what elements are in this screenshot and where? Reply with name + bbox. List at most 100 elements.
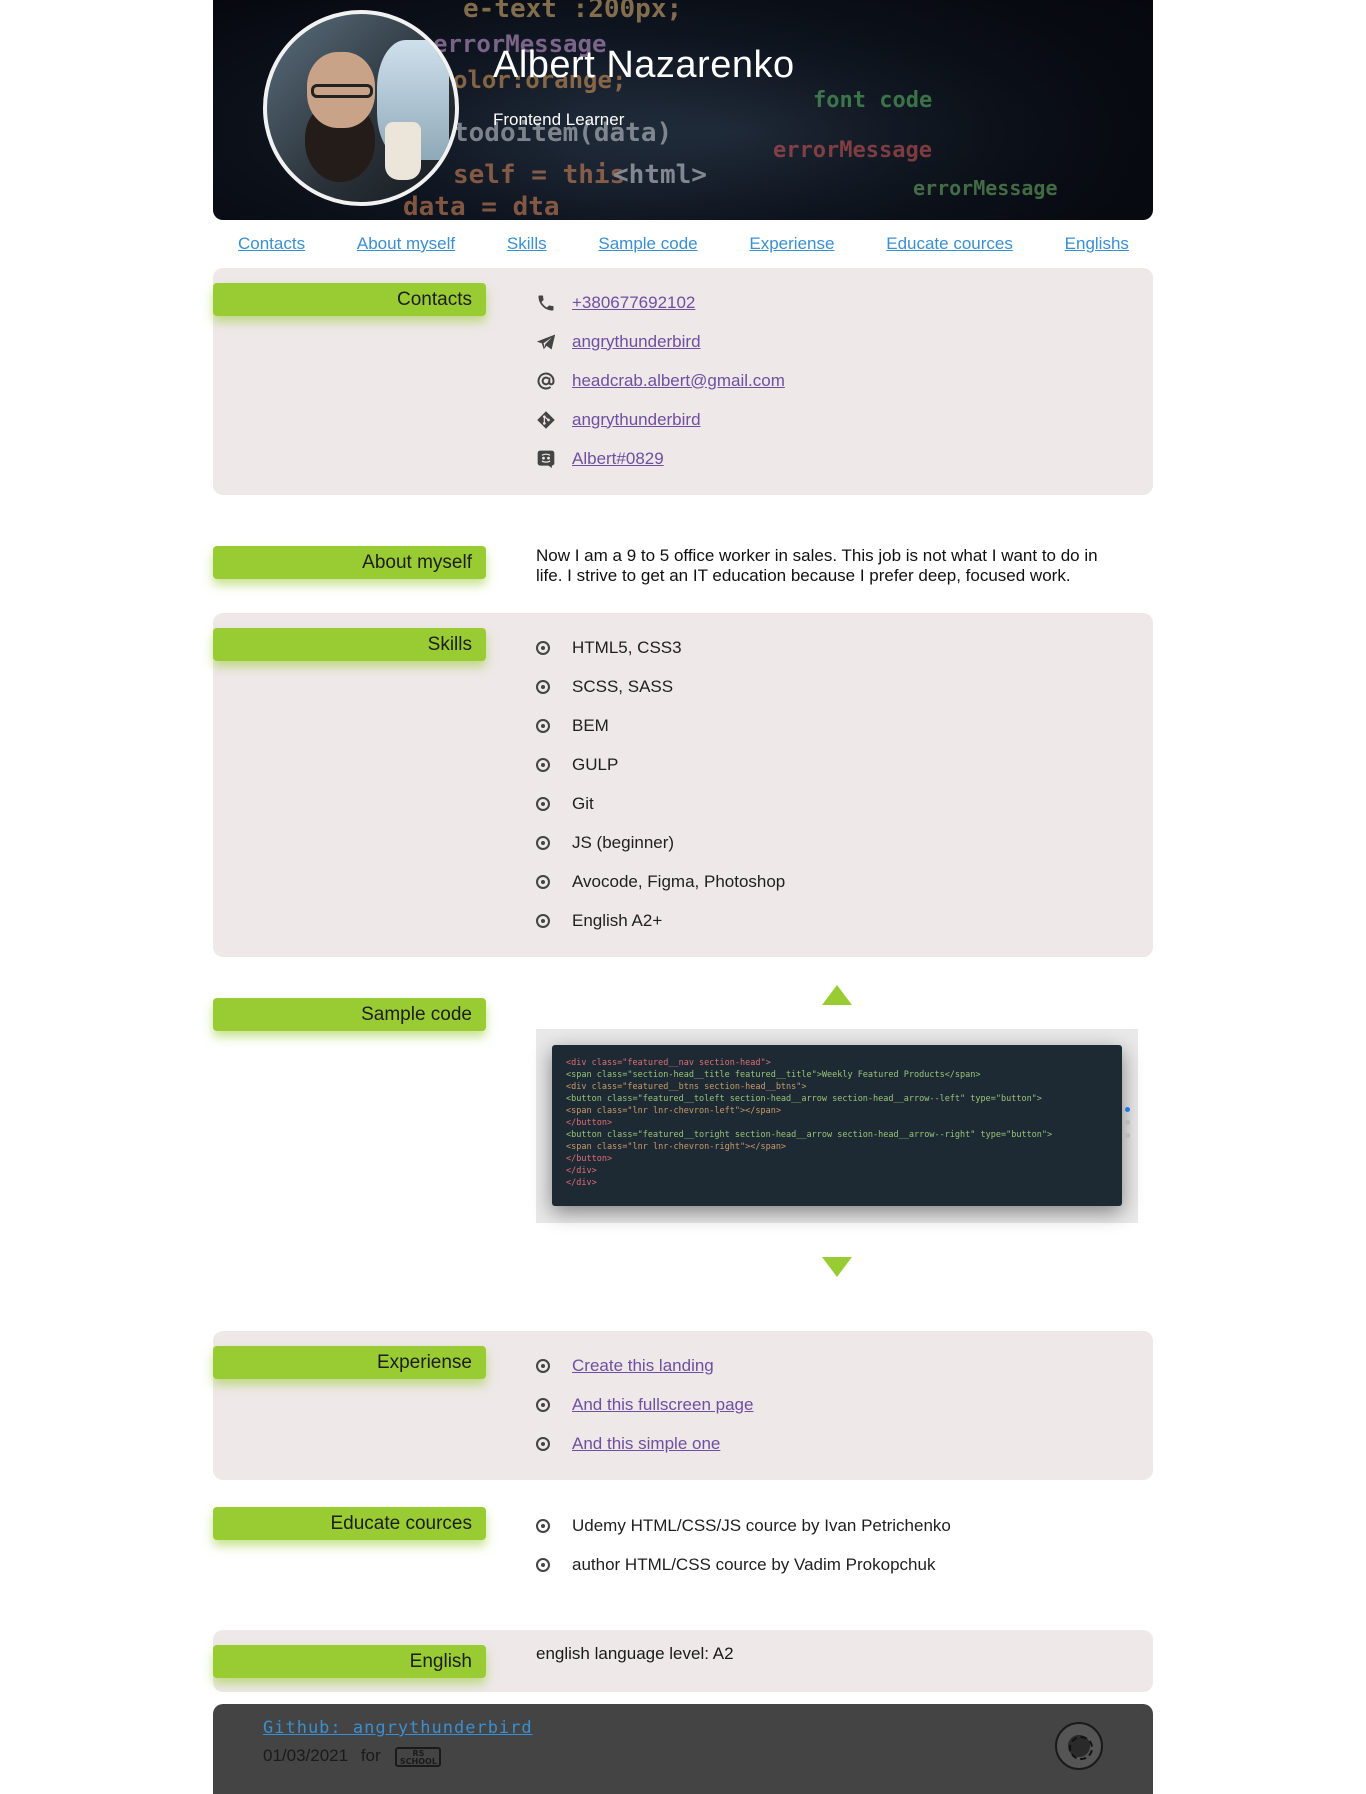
- git-link[interactable]: angrythunderbird: [572, 410, 701, 430]
- discord-link[interactable]: Albert#0829: [572, 449, 664, 469]
- nav-link-about[interactable]: About myself: [357, 234, 455, 254]
- code-window: <div class="featured__nav section-head">…: [552, 1045, 1122, 1206]
- education-text: author HTML/CSS cource by Vadim Prokopch…: [572, 1554, 936, 1574]
- nav-link-experience[interactable]: Experiense: [749, 234, 834, 254]
- bullet-icon: [536, 1358, 550, 1373]
- code-line: </div>: [566, 1178, 597, 1188]
- skill-text: HTML5, CSS3: [572, 637, 682, 657]
- skills-section: Skills HTML5, CSS3 SCSS, SASS BEM GULP G…: [213, 613, 1153, 957]
- english-text: english language level: A2: [536, 1644, 734, 1663]
- slider-dots: [1125, 1107, 1130, 1146]
- skill-item: BEM: [536, 706, 1133, 745]
- bullet-icon: [536, 913, 550, 928]
- avatar-cup: [385, 122, 421, 180]
- bullet-icon: [536, 640, 550, 655]
- bullet-icon: [536, 679, 550, 694]
- contacts-section: Contacts +380677692102 angrythunderbird …: [213, 268, 1153, 495]
- bullet-icon: [536, 1518, 550, 1533]
- contact-row-phone: +380677692102: [536, 283, 1133, 322]
- skill-text: Avocode, Figma, Photoshop: [572, 871, 786, 891]
- skill-text: GULP: [572, 754, 619, 774]
- skill-text: English A2+: [572, 910, 663, 930]
- nav-link-education[interactable]: Educate cources: [886, 234, 1013, 254]
- experience-section: Experiense Create this landing And this …: [213, 1331, 1153, 1480]
- skill-text: JS (beginner): [572, 832, 675, 852]
- education-text: Udemy HTML/CSS/JS cource by Ivan Petrich…: [572, 1515, 951, 1535]
- code-line: </div>: [566, 1166, 597, 1176]
- contacts-label: Contacts: [213, 283, 486, 316]
- experience-item: And this fullscreen page: [536, 1385, 1133, 1424]
- skill-item: Git: [536, 784, 1133, 823]
- code-line: <span class="lnr lnr-chevron-right"></sp…: [566, 1142, 787, 1152]
- slider-down-arrow-icon[interactable]: [822, 1257, 852, 1277]
- rs-school-logo[interactable]: RS SCHOOL: [395, 1746, 442, 1767]
- code-line: <button class="featured__toright section…: [566, 1130, 1053, 1140]
- profile-role: Frontend Learner: [493, 110, 625, 129]
- course-badge-logo: [1055, 1722, 1103, 1770]
- github-link[interactable]: Github: angrythunderbird: [263, 1718, 533, 1738]
- code-screenshot: <div class="featured__nav section-head">…: [536, 1029, 1138, 1223]
- bullet-icon: [536, 796, 550, 811]
- education-label: Educate cources: [213, 1507, 486, 1540]
- bullet-icon: [536, 874, 550, 889]
- experience-item: Create this landing: [536, 1346, 1133, 1385]
- code-line: <div class="featured__btns section-head_…: [566, 1082, 807, 1092]
- email-link[interactable]: headcrab.albert@gmail.com: [572, 371, 785, 391]
- cv-page: e-text :200px; errorMessage olor:orange;…: [213, 0, 1153, 1794]
- bullet-icon: [536, 718, 550, 733]
- avatar-glasses: [311, 84, 373, 98]
- bullet-icon: [536, 835, 550, 850]
- sample-code-label: Sample code: [213, 998, 486, 1031]
- section-nav: Contacts About myself Skills Sample code…: [213, 220, 1153, 268]
- skills-label: Skills: [213, 628, 486, 661]
- slider-up-wrap: [536, 985, 1138, 1005]
- skill-text: Git: [572, 793, 594, 813]
- education-item: Udemy HTML/CSS/JS cource by Ivan Petrich…: [536, 1506, 1133, 1545]
- profile-name: Albert Nazarenko: [493, 44, 795, 86]
- phone-icon: [536, 293, 572, 313]
- telegram-icon: [536, 333, 572, 351]
- telegram-link[interactable]: angrythunderbird: [572, 332, 701, 352]
- about-section: About myself Now I am a 9 to 5 office wo…: [213, 521, 1153, 589]
- sample-code-section: Sample code <div class="featured__nav se…: [213, 983, 1153, 1305]
- experience-label: Experiense: [213, 1346, 486, 1379]
- experience-link[interactable]: And this fullscreen page: [572, 1395, 753, 1415]
- code-line: <span class="section-head__title feature…: [566, 1070, 981, 1080]
- nav-link-contacts[interactable]: Contacts: [238, 234, 305, 254]
- nav-link-sample-code[interactable]: Sample code: [598, 234, 697, 254]
- nav-link-english[interactable]: Englishs: [1065, 234, 1129, 254]
- contact-row-git: angrythunderbird: [536, 400, 1133, 439]
- discord-icon: [536, 449, 572, 469]
- skill-item: Avocode, Figma, Photoshop: [536, 862, 1133, 901]
- slider-dot[interactable]: [1125, 1120, 1130, 1125]
- skill-text: SCSS, SASS: [572, 676, 674, 696]
- skill-item: English A2+: [536, 901, 1133, 940]
- about-text: Now I am a 9 to 5 office worker in sales…: [536, 546, 1098, 585]
- experience-link[interactable]: And this simple one: [572, 1434, 720, 1454]
- phone-link[interactable]: +380677692102: [572, 293, 695, 313]
- code-line: </button>: [566, 1154, 613, 1164]
- skill-item: GULP: [536, 745, 1133, 784]
- bullet-icon: [536, 1397, 550, 1412]
- slider-dot-active[interactable]: [1125, 1107, 1130, 1112]
- slider-down-wrap: [536, 1257, 1138, 1277]
- git-icon: [536, 410, 572, 430]
- skill-item: JS (beginner): [536, 823, 1133, 862]
- header: e-text :200px; errorMessage olor:orange;…: [213, 0, 1153, 220]
- code-line: <button class="featured__toleft section-…: [566, 1094, 1042, 1104]
- slider-dot[interactable]: [1125, 1133, 1130, 1138]
- skill-item: HTML5, CSS3: [536, 628, 1133, 667]
- skill-text: BEM: [572, 715, 609, 735]
- code-line: <span class="lnr lnr-chevron-left"></spa…: [566, 1106, 781, 1116]
- footer-for: for: [360, 1746, 381, 1765]
- experience-link[interactable]: Create this landing: [572, 1356, 714, 1376]
- footer-date: 01/03/2021: [263, 1746, 349, 1765]
- footer-date-line: 01/03/2021 for RS SCHOOL: [263, 1746, 442, 1767]
- contact-row-discord: Albert#0829: [536, 439, 1133, 478]
- skill-item: SCSS, SASS: [536, 667, 1133, 706]
- slider-up-arrow-icon[interactable]: [822, 985, 852, 1005]
- nav-link-skills[interactable]: Skills: [507, 234, 547, 254]
- bullet-icon: [536, 1436, 550, 1451]
- english-section: English english language level: A2: [213, 1630, 1153, 1692]
- bullet-icon: [536, 1557, 550, 1572]
